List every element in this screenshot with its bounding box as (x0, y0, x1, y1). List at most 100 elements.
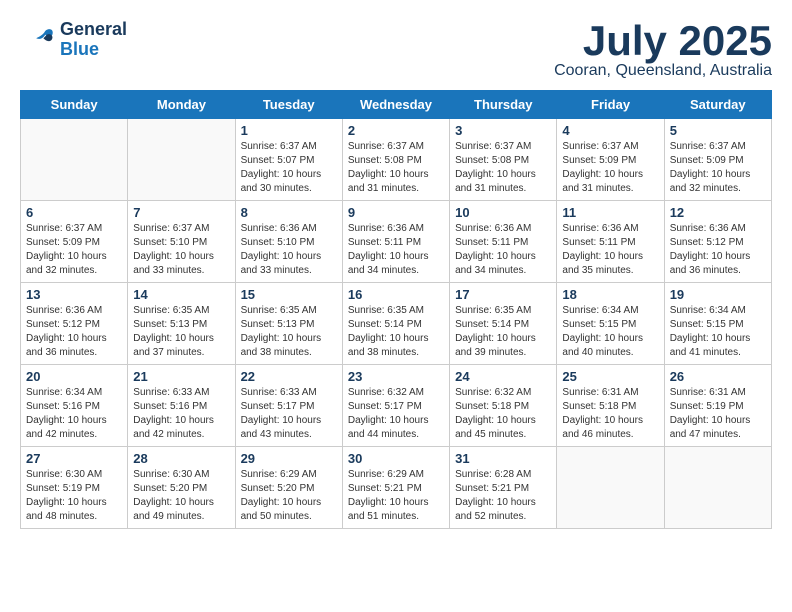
calendar-day-22: 22 Sunrise: 6:33 AM Sunset: 5:17 PM Dayli… (235, 365, 342, 447)
day-info: Sunrise: 6:34 AM Sunset: 5:16 PM Dayligh… (26, 386, 122, 442)
calendar-day-4: 4 Sunrise: 6:37 AM Sunset: 5:09 PM Daylig… (557, 119, 664, 201)
day-info: Sunrise: 6:36 AM Sunset: 5:11 PM Dayligh… (455, 222, 551, 278)
logo-blue: Blue (60, 40, 127, 60)
calendar-day-29: 29 Sunrise: 6:29 AM Sunset: 5:20 PM Dayli… (235, 447, 342, 529)
day-number: 1 (241, 123, 337, 138)
day-number: 14 (133, 287, 229, 302)
calendar-day-1: 1 Sunrise: 6:37 AM Sunset: 5:07 PM Daylig… (235, 119, 342, 201)
day-info: Sunrise: 6:33 AM Sunset: 5:17 PM Dayligh… (241, 386, 337, 442)
day-number: 13 (26, 287, 122, 302)
day-header-monday: Monday (128, 91, 235, 119)
calendar-day-7: 7 Sunrise: 6:37 AM Sunset: 5:10 PM Daylig… (128, 201, 235, 283)
day-info: Sunrise: 6:35 AM Sunset: 5:14 PM Dayligh… (348, 304, 444, 360)
day-number: 4 (562, 123, 658, 138)
calendar-day-21: 21 Sunrise: 6:33 AM Sunset: 5:16 PM Dayli… (128, 365, 235, 447)
day-number: 22 (241, 369, 337, 384)
day-info: Sunrise: 6:37 AM Sunset: 5:10 PM Dayligh… (133, 222, 229, 278)
day-info: Sunrise: 6:29 AM Sunset: 5:21 PM Dayligh… (348, 468, 444, 524)
day-number: 26 (670, 369, 766, 384)
calendar-day-13: 13 Sunrise: 6:36 AM Sunset: 5:12 PM Dayli… (21, 283, 128, 365)
day-info: Sunrise: 6:35 AM Sunset: 5:14 PM Dayligh… (455, 304, 551, 360)
calendar-week-row: 13 Sunrise: 6:36 AM Sunset: 5:12 PM Dayli… (21, 283, 772, 365)
calendar-day-16: 16 Sunrise: 6:35 AM Sunset: 5:14 PM Dayli… (342, 283, 449, 365)
day-header-sunday: Sunday (21, 91, 128, 119)
month-title: July 2025 (554, 20, 772, 62)
day-info: Sunrise: 6:37 AM Sunset: 5:09 PM Dayligh… (26, 222, 122, 278)
calendar-day-23: 23 Sunrise: 6:32 AM Sunset: 5:17 PM Dayli… (342, 365, 449, 447)
day-info: Sunrise: 6:31 AM Sunset: 5:19 PM Dayligh… (670, 386, 766, 442)
calendar-day-2: 2Sunrise: 6:37 AM Sunset: 5:08 PM Daylig… (342, 119, 449, 201)
day-number: 6 (26, 205, 122, 220)
calendar-table: SundayMondayTuesdayWednesdayThursdayFrid… (20, 90, 772, 529)
calendar-day-19: 19Sunrise: 6:34 AM Sunset: 5:15 PM Dayli… (664, 283, 771, 365)
calendar-day-27: 27 Sunrise: 6:30 AM Sunset: 5:19 PM Dayli… (21, 447, 128, 529)
day-number: 5 (670, 123, 766, 138)
calendar-day-8: 8Sunrise: 6:36 AM Sunset: 5:10 PM Daylig… (235, 201, 342, 283)
day-header-wednesday: Wednesday (342, 91, 449, 119)
calendar-day-14: 14 Sunrise: 6:35 AM Sunset: 5:13 PM Dayli… (128, 283, 235, 365)
day-number: 21 (133, 369, 229, 384)
day-number: 10 (455, 205, 551, 220)
title-block: July 2025 Cooran, Queensland, Australia (554, 20, 772, 80)
day-info: Sunrise: 6:35 AM Sunset: 5:13 PM Dayligh… (241, 304, 337, 360)
day-info: Sunrise: 6:34 AM Sunset: 5:15 PM Dayligh… (670, 304, 766, 360)
calendar-day-28: 28 Sunrise: 6:30 AM Sunset: 5:20 PM Dayli… (128, 447, 235, 529)
day-number: 24 (455, 369, 551, 384)
logo-icon (20, 22, 56, 58)
day-info: Sunrise: 6:30 AM Sunset: 5:20 PM Dayligh… (133, 468, 229, 524)
calendar-day-12: 12 Sunrise: 6:36 AM Sunset: 5:12 PM Dayli… (664, 201, 771, 283)
day-number: 29 (241, 451, 337, 466)
day-info: Sunrise: 6:33 AM Sunset: 5:16 PM Dayligh… (133, 386, 229, 442)
day-header-saturday: Saturday (664, 91, 771, 119)
logo-text: General Blue (60, 20, 127, 60)
day-info: Sunrise: 6:36 AM Sunset: 5:10 PM Dayligh… (241, 222, 337, 278)
day-number: 23 (348, 369, 444, 384)
calendar-header-row: SundayMondayTuesdayWednesdayThursdayFrid… (21, 91, 772, 119)
calendar-day-3: 3Sunrise: 6:37 AM Sunset: 5:08 PM Daylig… (450, 119, 557, 201)
day-number: 2 (348, 123, 444, 138)
calendar-day-9: 9 Sunrise: 6:36 AM Sunset: 5:11 PM Daylig… (342, 201, 449, 283)
calendar-week-row: 27 Sunrise: 6:30 AM Sunset: 5:19 PM Dayli… (21, 447, 772, 529)
day-header-thursday: Thursday (450, 91, 557, 119)
day-info: Sunrise: 6:37 AM Sunset: 5:09 PM Dayligh… (670, 140, 766, 196)
day-info: Sunrise: 6:37 AM Sunset: 5:07 PM Dayligh… (241, 140, 337, 196)
location: Cooran, Queensland, Australia (554, 62, 772, 80)
calendar-day-26: 26 Sunrise: 6:31 AM Sunset: 5:19 PM Dayli… (664, 365, 771, 447)
day-info: Sunrise: 6:30 AM Sunset: 5:19 PM Dayligh… (26, 468, 122, 524)
day-number: 31 (455, 451, 551, 466)
calendar-day-31: 31 Sunrise: 6:28 AM Sunset: 5:21 PM Dayli… (450, 447, 557, 529)
day-info: Sunrise: 6:34 AM Sunset: 5:15 PM Dayligh… (562, 304, 658, 360)
page-header: General Blue July 2025 Cooran, Queenslan… (20, 20, 772, 80)
day-header-tuesday: Tuesday (235, 91, 342, 119)
calendar-day-empty (128, 119, 235, 201)
day-info: Sunrise: 6:36 AM Sunset: 5:11 PM Dayligh… (348, 222, 444, 278)
day-number: 17 (455, 287, 551, 302)
calendar-day-11: 11Sunrise: 6:36 AM Sunset: 5:11 PM Dayli… (557, 201, 664, 283)
calendar-day-6: 6 Sunrise: 6:37 AM Sunset: 5:09 PM Daylig… (21, 201, 128, 283)
day-number: 25 (562, 369, 658, 384)
day-number: 30 (348, 451, 444, 466)
day-number: 20 (26, 369, 122, 384)
day-info: Sunrise: 6:32 AM Sunset: 5:18 PM Dayligh… (455, 386, 551, 442)
day-info: Sunrise: 6:37 AM Sunset: 5:09 PM Dayligh… (562, 140, 658, 196)
calendar-week-row: 20 Sunrise: 6:34 AM Sunset: 5:16 PM Dayli… (21, 365, 772, 447)
day-number: 9 (348, 205, 444, 220)
day-info: Sunrise: 6:29 AM Sunset: 5:20 PM Dayligh… (241, 468, 337, 524)
day-info: Sunrise: 6:36 AM Sunset: 5:12 PM Dayligh… (26, 304, 122, 360)
logo: General Blue (20, 20, 127, 60)
day-info: Sunrise: 6:28 AM Sunset: 5:21 PM Dayligh… (455, 468, 551, 524)
day-number: 27 (26, 451, 122, 466)
day-info: Sunrise: 6:36 AM Sunset: 5:11 PM Dayligh… (562, 222, 658, 278)
day-number: 16 (348, 287, 444, 302)
calendar-day-empty (557, 447, 664, 529)
day-number: 7 (133, 205, 229, 220)
day-number: 28 (133, 451, 229, 466)
calendar-day-15: 15Sunrise: 6:35 AM Sunset: 5:13 PM Dayli… (235, 283, 342, 365)
calendar-day-18: 18Sunrise: 6:34 AM Sunset: 5:15 PM Dayli… (557, 283, 664, 365)
day-number: 12 (670, 205, 766, 220)
day-header-friday: Friday (557, 91, 664, 119)
day-info: Sunrise: 6:31 AM Sunset: 5:18 PM Dayligh… (562, 386, 658, 442)
day-info: Sunrise: 6:35 AM Sunset: 5:13 PM Dayligh… (133, 304, 229, 360)
day-info: Sunrise: 6:32 AM Sunset: 5:17 PM Dayligh… (348, 386, 444, 442)
day-info: Sunrise: 6:36 AM Sunset: 5:12 PM Dayligh… (670, 222, 766, 278)
